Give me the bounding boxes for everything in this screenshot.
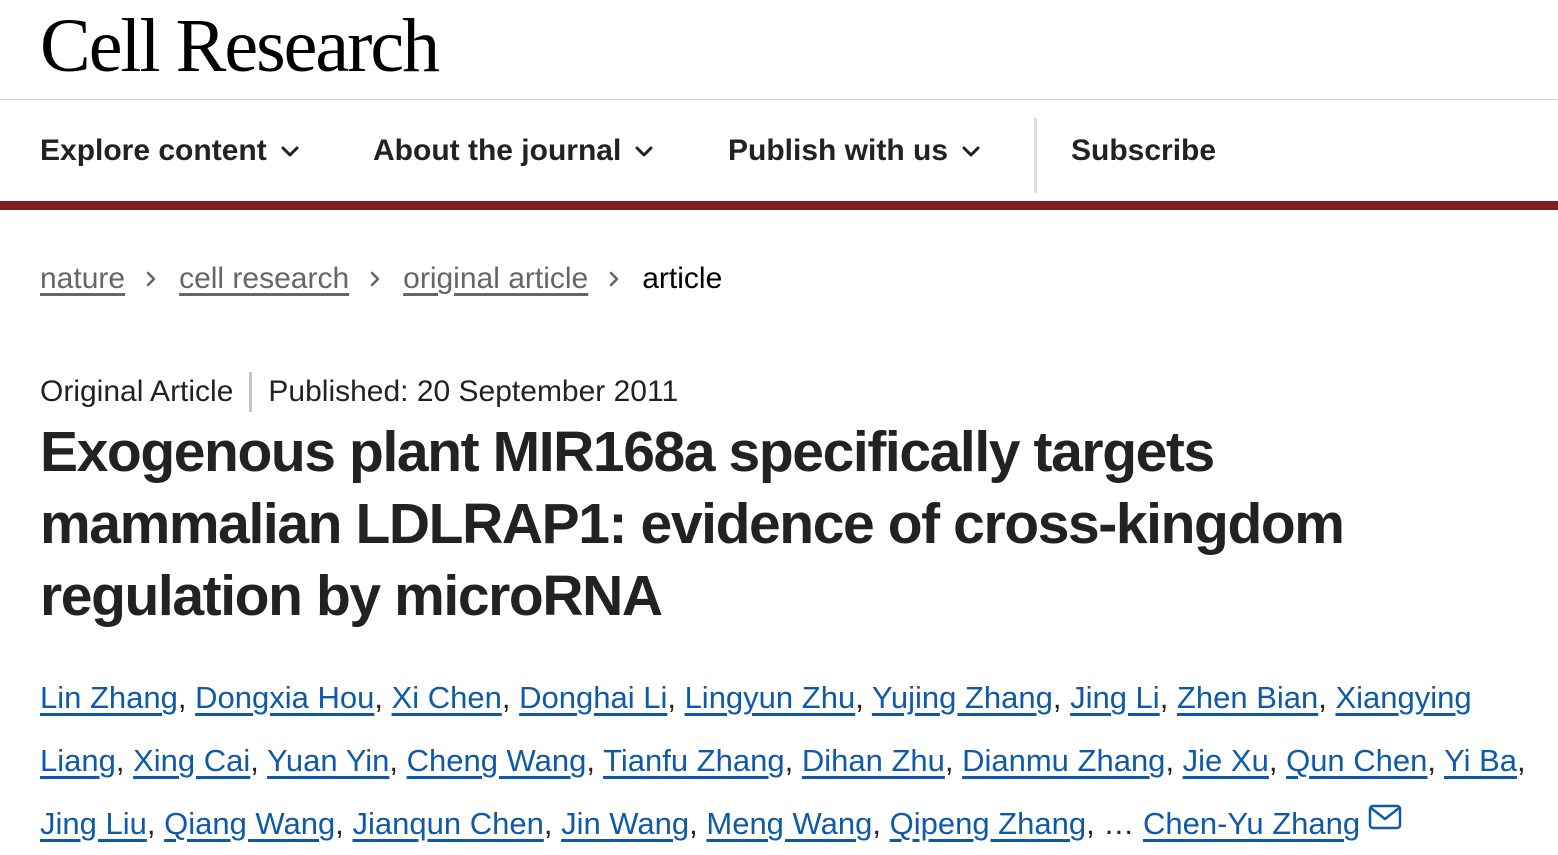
author-link[interactable]: Jie Xu	[1183, 743, 1269, 778]
chevron-down-icon	[281, 146, 299, 156]
nav-divider	[1034, 118, 1037, 193]
main-nav: Explore content About the journal Publis…	[0, 100, 1558, 210]
author-link[interactable]: Dongxia Hou	[195, 680, 374, 715]
journal-logo[interactable]: Cell Research	[40, 6, 440, 86]
author-link[interactable]: Jing Li	[1070, 680, 1160, 715]
chevron-down-icon	[635, 146, 653, 156]
author-link[interactable]: Qipeng Zhang	[890, 806, 1086, 841]
author-link-corresponding[interactable]: Chen-Yu Zhang	[1143, 806, 1360, 841]
author-ellipsis[interactable]: …	[1103, 806, 1134, 841]
author-link[interactable]: Xi Chen	[392, 680, 502, 715]
site-header: Cell Research	[0, 0, 1558, 100]
published-date: Published: 20 September 2011	[268, 375, 679, 408]
nav-publish-label: Publish with us	[728, 133, 949, 167]
breadcrumb-link-nature[interactable]: nature	[40, 262, 125, 296]
author-link[interactable]: Qun Chen	[1286, 743, 1427, 778]
author-link[interactable]: Cheng Wang	[407, 743, 587, 778]
chevron-right-icon	[370, 271, 380, 287]
article-meta: Original Article Published: 20 September…	[40, 372, 678, 412]
chevron-right-icon	[610, 271, 619, 287]
author-link[interactable]: Jing Liu	[40, 806, 147, 841]
author-link[interactable]: Tianfu Zhang	[603, 743, 785, 778]
author-link[interactable]: Donghai Li	[519, 680, 667, 715]
chevron-right-icon	[146, 271, 156, 287]
nav-publish-with-us[interactable]: Publish with us	[728, 100, 982, 201]
author-link[interactable]: Qiang Wang	[164, 806, 335, 841]
breadcrumb-link-cell-research[interactable]: cell research	[179, 262, 349, 296]
breadcrumb-link-original-article[interactable]: original article	[403, 262, 588, 296]
author-link[interactable]: Xing Cai	[133, 743, 250, 778]
article-title: Exogenous plant MIR168a specifically tar…	[40, 420, 1345, 628]
author-link[interactable]: Yi Ba	[1444, 743, 1517, 778]
nav-explore-label: Explore content	[40, 133, 267, 167]
author-link[interactable]: Dihan Zhu	[802, 743, 945, 778]
chevron-down-icon	[962, 146, 980, 156]
breadcrumb-current: article	[642, 262, 723, 295]
article-type: Original Article	[40, 375, 234, 408]
nav-subscribe-label: Subscribe	[1071, 133, 1217, 167]
mail-icon[interactable]	[1368, 804, 1402, 830]
author-link[interactable]: Jianqun Chen	[353, 806, 544, 841]
author-link[interactable]: Lingyun Zhu	[685, 680, 856, 715]
nav-explore-content[interactable]: Explore content	[40, 100, 301, 201]
breadcrumb: nature cell research original article ar…	[40, 262, 722, 296]
author-link[interactable]: Meng Wang	[706, 806, 872, 841]
author-link[interactable]: Yuan Yin	[267, 743, 389, 778]
meta-divider	[249, 372, 253, 412]
author-link[interactable]: Lin Zhang	[40, 680, 178, 715]
author-link[interactable]: Dianmu Zhang	[962, 743, 1165, 778]
author-list: Lin Zhang, Dongxia Hou, Xi Chen, Donghai…	[40, 680, 1526, 841]
author-link[interactable]: Yujing Zhang	[872, 680, 1053, 715]
nav-subscribe[interactable]: Subscribe	[1071, 100, 1216, 201]
nav-about-label: About the journal	[373, 133, 622, 167]
author-link[interactable]: Zhen Bian	[1177, 680, 1318, 715]
author-link[interactable]: Jin Wang	[561, 806, 689, 841]
nav-about-journal[interactable]: About the journal	[373, 100, 655, 201]
